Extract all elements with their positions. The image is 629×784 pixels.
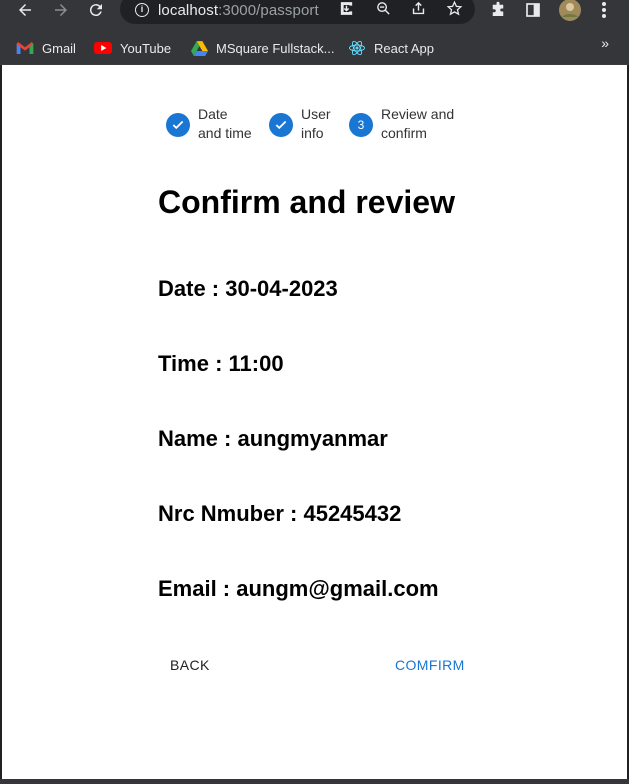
- share-icon[interactable]: [410, 0, 427, 21]
- bookmark-gmail[interactable]: Gmail: [16, 37, 76, 59]
- step-label: Date and time: [198, 105, 252, 143]
- bookmark-react-app[interactable]: React App: [348, 37, 434, 59]
- step-label-line: Date: [198, 106, 228, 122]
- name-line: Name : aungmyanmar: [158, 426, 388, 451]
- extensions-icon[interactable]: [487, 0, 509, 20]
- step-label: Review and confirm: [381, 105, 454, 143]
- step-date-and-time: Date and time: [166, 105, 252, 143]
- site-info-icon[interactable]: i: [135, 3, 149, 17]
- page-viewport: [2, 65, 627, 779]
- bookmark-label: Gmail: [42, 40, 76, 56]
- bookmark-msquare[interactable]: MSquare Fullstack...: [190, 37, 335, 59]
- browser-menu-icon[interactable]: [594, 0, 614, 20]
- react-icon: [348, 39, 366, 57]
- check-icon: [166, 113, 190, 137]
- step-label: User info: [301, 105, 331, 143]
- back-button[interactable]: BACK: [170, 657, 210, 673]
- forward-arrow-icon[interactable]: [50, 0, 72, 20]
- install-icon[interactable]: [338, 0, 355, 21]
- reload-icon[interactable]: [85, 0, 107, 20]
- step-label-line: confirm: [381, 125, 427, 141]
- gmail-icon: [16, 39, 34, 57]
- more-bookmarks-button[interactable]: »: [601, 35, 609, 51]
- google-drive-icon: [190, 39, 208, 57]
- step-number: 3: [349, 113, 373, 137]
- step-user-info: User info: [269, 105, 331, 143]
- nrc-number-line: Nrc Nmuber : 45245432: [158, 501, 402, 526]
- page-title: Confirm and review: [158, 184, 455, 220]
- step-label-line: Review and: [381, 106, 455, 122]
- step-label-line: and time: [198, 125, 252, 141]
- step-label-line: User: [301, 106, 331, 122]
- email-line: Email : aungm@gmail.com: [158, 576, 439, 601]
- browser-toolbar: i localhost:3000/passport: [0, 0, 629, 31]
- bookmark-star-icon[interactable]: [446, 0, 463, 21]
- step-review-and-confirm: 3 Review and confirm: [349, 105, 454, 143]
- youtube-icon: [94, 39, 112, 57]
- date-line: Date : 30-04-2023: [158, 276, 338, 301]
- bookmark-label: YouTube: [120, 40, 172, 56]
- bookmark-youtube[interactable]: YouTube: [94, 37, 171, 59]
- url-text: localhost:3000/passport: [158, 2, 319, 19]
- back-arrow-icon[interactable]: [14, 0, 36, 20]
- bookmark-label: React App: [374, 40, 434, 56]
- bookmark-label: MSquare Fullstack...: [216, 40, 335, 56]
- check-icon: [269, 113, 293, 137]
- bookmarks-bar: Gmail YouTube MSquare Fullstack... React…: [0, 31, 629, 65]
- url-host: localhost: [158, 2, 219, 19]
- address-bar[interactable]: i localhost:3000/passport: [120, 0, 475, 24]
- window-bottom-edge: [0, 779, 629, 784]
- confirm-button[interactable]: COMFIRM: [395, 657, 465, 673]
- step-label-line: info: [301, 125, 324, 141]
- profile-avatar[interactable]: [557, 0, 583, 21]
- url-path: :3000/passport: [218, 2, 319, 19]
- side-panel-icon[interactable]: [522, 0, 544, 20]
- time-line: Time : 11:00: [158, 351, 284, 376]
- zoom-icon[interactable]: [375, 0, 392, 21]
